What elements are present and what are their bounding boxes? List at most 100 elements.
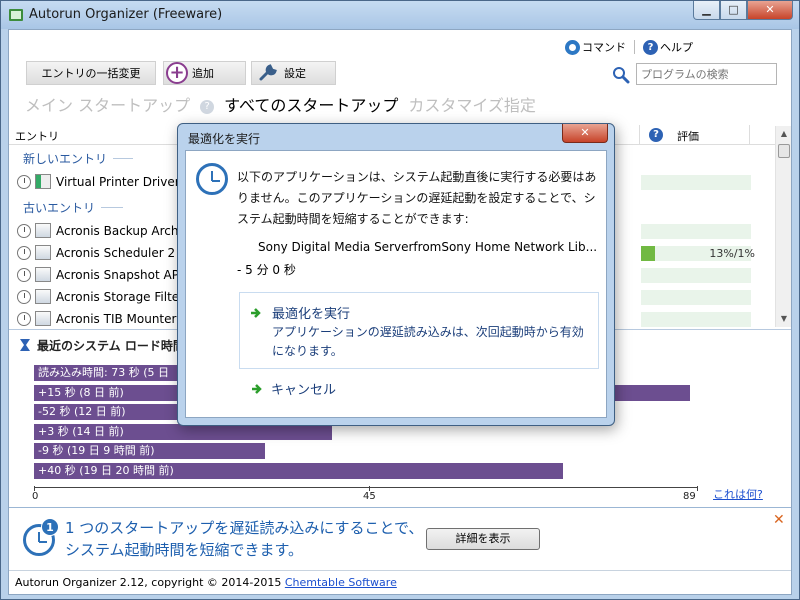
plus-icon: +	[166, 62, 188, 84]
rating-bar	[641, 290, 751, 305]
run-optimization-option[interactable]: 最適化を実行 アプリケーションの遅延読み込みは、次回起動時から有効になります。	[239, 292, 599, 369]
clock-icon[interactable]	[17, 290, 31, 304]
group-line	[101, 207, 124, 208]
dialog-delay: - 5 分 0 秒	[237, 263, 296, 277]
clock-icon[interactable]	[17, 312, 31, 326]
boot-bar: -9 秒 (19 日 9 時間 前)	[34, 443, 265, 459]
clock-icon[interactable]	[17, 268, 31, 282]
app-icon	[35, 223, 51, 238]
boot-bar: +40 秒 (19 日 20 時間 前)	[34, 462, 563, 479]
scroll-thumb[interactable]	[778, 144, 790, 158]
top-links: コマンド ? ヘルプ	[565, 39, 693, 55]
wrench-icon	[259, 64, 277, 81]
tab-help-icon[interactable]: ?	[200, 100, 215, 114]
tab-custom[interactable]: カスタマイズ指定	[408, 92, 536, 116]
search-icon	[613, 67, 630, 84]
add-button[interactable]: + 追加	[163, 61, 246, 85]
rating-fill	[641, 246, 655, 261]
dismiss-icon[interactable]: ✕	[773, 512, 785, 528]
rating-help-icon[interactable]: ?	[649, 128, 663, 142]
close-button[interactable]: ✕	[747, 1, 793, 20]
dialog-app-name: Sony Digital Media ServerfromSony Home N…	[258, 240, 598, 254]
clock-icon[interactable]	[17, 224, 31, 238]
rating-label: 13%/1%	[709, 247, 755, 260]
app-icon	[35, 311, 51, 326]
what-is-this-link[interactable]: これは何?	[713, 486, 763, 502]
rating-bar	[641, 175, 751, 190]
option-title: 最適化を実行	[272, 307, 351, 322]
header-entry[interactable]: エントリ	[15, 128, 59, 144]
help-icon: ?	[643, 39, 658, 55]
app-icon	[35, 267, 51, 282]
cancel-option[interactable]: キャンセル	[271, 379, 336, 398]
rating-bar	[641, 312, 751, 327]
rating-bar	[641, 224, 751, 239]
settings-label: 設定	[284, 67, 306, 80]
dialog-body: 以下のアプリケーションは、システム起動直後に実行する必要はありません。このアプリ…	[185, 150, 607, 418]
app-icon	[35, 289, 51, 304]
show-details-button[interactable]: 詳細を表示	[426, 528, 540, 550]
boot-title: 最近のシステム ロード時間	[37, 339, 185, 353]
group-new-label: 新しいエントリ	[23, 152, 108, 166]
group-old-label: 古いエントリ	[23, 201, 96, 215]
option-description: アプリケーションの遅延読み込みは、次回起動時から有効になります。	[272, 325, 584, 358]
entry-name: Acronis Snapshot APIb	[56, 268, 191, 282]
header-divider	[639, 125, 640, 145]
list-scrollbar[interactable]: ▲ ▼	[775, 126, 791, 327]
bulk-edit-label: エントリの一括変更	[41, 67, 141, 80]
entry-name: Acronis Backup Archive	[56, 224, 197, 238]
optimize-dialog: 最適化を実行 ✕ 以下のアプリケーションは、システム起動直後に実行する必要はあり…	[177, 123, 615, 426]
entry-name: Virtual Printer Driver cc	[56, 175, 197, 189]
count-badge: 1	[41, 518, 59, 536]
status-bar: Autorun Organizer 2.12, copyright © 2014…	[9, 570, 791, 594]
bulk-edit-button[interactable]: エントリの一括変更	[26, 61, 156, 85]
gear-icon	[565, 39, 580, 55]
help-link[interactable]: ? ヘルプ	[643, 39, 693, 55]
axis-tick-label: 89	[683, 491, 696, 502]
add-label: 追加	[192, 67, 214, 80]
search-input[interactable]	[636, 63, 777, 85]
tab-all-startup[interactable]: すべてのスタートアップ	[224, 92, 398, 116]
rating-bar	[641, 268, 751, 283]
command-link[interactable]: コマンド	[565, 39, 626, 55]
startup-tabs: メイン スタートアップ ? すべてのスタートアップ カスタマイズ指定	[25, 92, 546, 116]
boot-axis	[34, 487, 697, 488]
app-icon	[35, 245, 51, 260]
clock-icon	[196, 163, 228, 195]
axis-tick-label: 0	[32, 491, 39, 502]
green-arrow-icon	[252, 384, 262, 394]
app-icon	[9, 9, 23, 21]
scroll-down-icon[interactable]: ▼	[776, 311, 792, 327]
rating-bar: 13%/1%	[641, 246, 755, 261]
dialog-message: 以下のアプリケーションは、システム起動直後に実行する必要はありません。このアプリ…	[237, 170, 597, 226]
info-line-2: システム起動時間を短縮できます。	[65, 541, 304, 559]
window-title: Autorun Organizer (Freeware)	[29, 7, 223, 22]
header-rating[interactable]: 評価	[677, 128, 699, 144]
dialog-title: 最適化を実行	[188, 132, 261, 146]
green-arrow-icon	[251, 308, 261, 318]
hourglass-icon	[20, 339, 30, 351]
title-bar[interactable]: Autorun Organizer (Freeware) ▁ □ ✕	[1, 1, 799, 29]
entry-name: Acronis Scheduler 2	[56, 246, 176, 260]
help-label: ヘルプ	[660, 41, 693, 54]
clock-icon[interactable]	[17, 175, 31, 189]
tab-main-startup[interactable]: メイン スタートアップ	[25, 92, 190, 116]
dialog-close-button[interactable]: ✕	[562, 124, 608, 143]
chemtable-link[interactable]: Chemtable Software	[285, 576, 397, 589]
status-text: Autorun Organizer 2.12, copyright © 2014…	[15, 576, 285, 589]
entry-name: Acronis TIB Mounter D	[56, 312, 190, 326]
scroll-up-icon[interactable]: ▲	[776, 126, 792, 142]
maximize-button[interactable]: □	[720, 1, 747, 20]
command-label: コマンド	[582, 41, 626, 54]
header-divider	[749, 125, 750, 145]
axis-tick	[697, 486, 698, 491]
info-divider	[9, 507, 791, 508]
clock-icon[interactable]	[17, 246, 31, 260]
link-separator	[634, 40, 635, 54]
axis-tick-label: 45	[363, 491, 376, 502]
settings-button[interactable]: 設定	[251, 61, 336, 85]
group-line	[113, 158, 134, 159]
group-old-entries: 古いエントリ	[23, 199, 124, 216]
boot-bar: -52 秒 (12 日 前)	[34, 404, 190, 420]
minimize-button[interactable]: ▁	[693, 1, 720, 20]
